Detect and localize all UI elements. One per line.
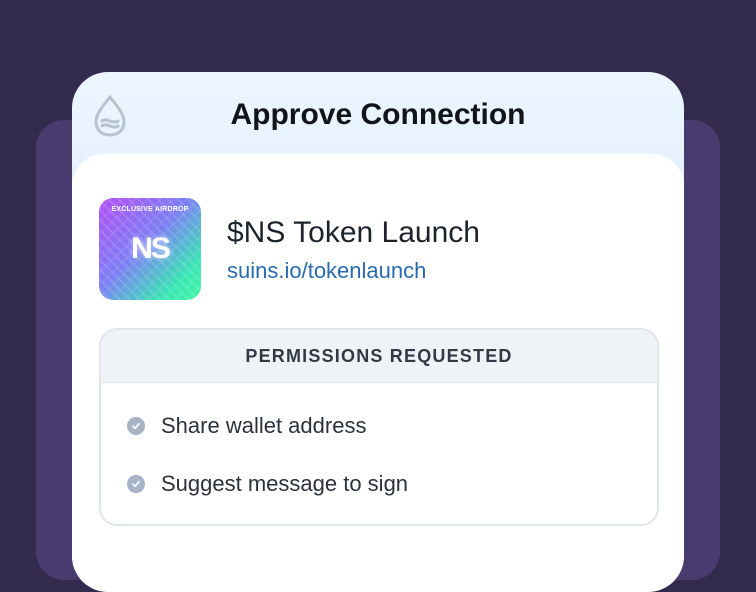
permission-label: Share wallet address — [161, 413, 367, 438]
check-circle-icon — [127, 475, 145, 493]
permissions-heading: PERMISSIONS REQUESTED — [101, 330, 657, 383]
permission-item: Suggest message to sign — [127, 469, 408, 499]
permissions-panel: PERMISSIONS REQUESTED Share wallet addre… — [99, 328, 659, 526]
dapp-logo-mark: NS — [131, 232, 171, 265]
card-body: EXCLUSIVE AIRDROP NS $NS Token Launch su… — [72, 154, 684, 592]
dapp-url-link[interactable]: suins.io/tokenlaunch — [227, 258, 426, 284]
permission-item: Share wallet address — [127, 411, 366, 441]
check-circle-icon — [127, 417, 145, 435]
dapp-logo: EXCLUSIVE AIRDROP NS — [99, 198, 201, 300]
page-title: Approve Connection — [230, 98, 526, 131]
approve-connection-card: Approve Connection EXCLUSIVE AIRDROP NS … — [72, 72, 684, 592]
card-header: Approve Connection — [72, 72, 684, 158]
permission-label: Suggest message to sign — [161, 471, 409, 496]
dapp-logo-tag: EXCLUSIVE AIRDROP — [111, 206, 189, 213]
dapp-name: $NS Token Launch — [227, 216, 480, 249]
